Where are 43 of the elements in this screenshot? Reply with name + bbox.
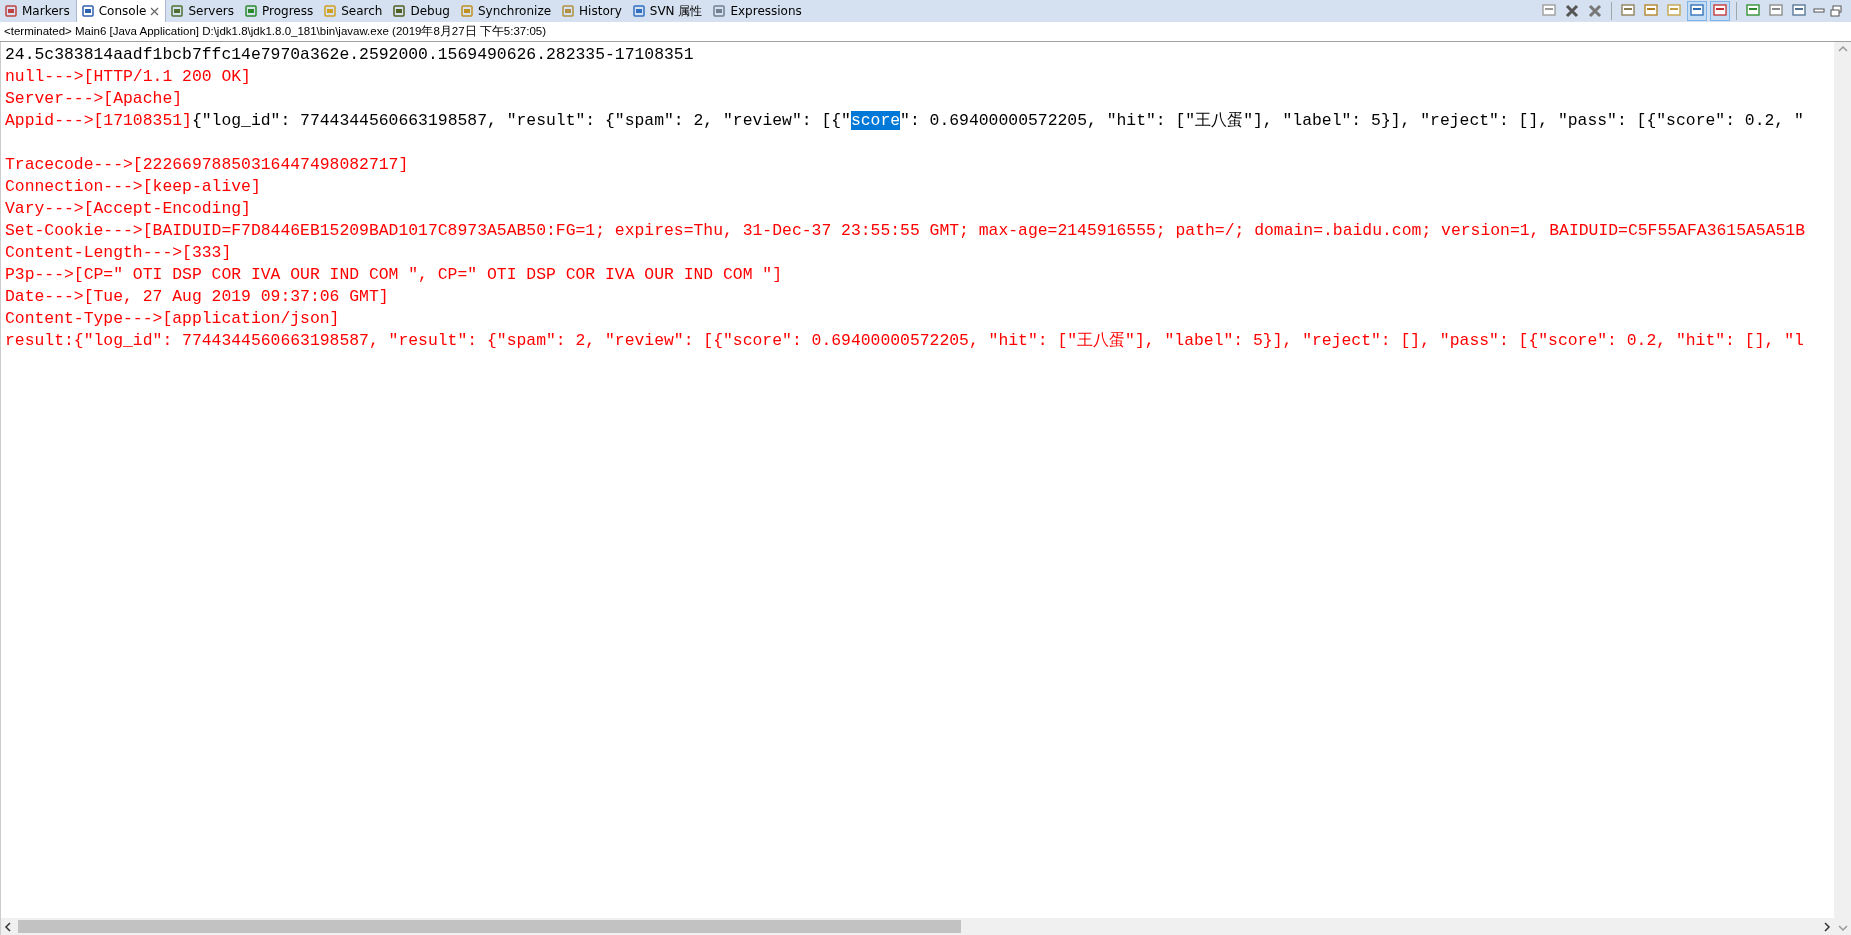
close-icon[interactable] xyxy=(150,6,160,16)
view-tab[interactable]: Markers xyxy=(0,0,76,22)
tab-label: Debug xyxy=(410,4,450,18)
remove-all-icon xyxy=(1587,3,1603,19)
remove-icon xyxy=(1564,3,1580,19)
tab-label: Servers xyxy=(188,4,234,18)
view-tab[interactable]: Debug xyxy=(388,0,456,22)
console-text: Date--->[Tue, 27 Aug 2019 09:37:06 GMT] xyxy=(5,287,389,306)
horizontal-scrollbar[interactable] xyxy=(1,918,1834,935)
view-tab[interactable]: Servers xyxy=(166,0,240,22)
tab-label: Synchronize xyxy=(477,4,552,18)
tab-label: Markers xyxy=(22,4,70,18)
tab-label: SVN 属性 xyxy=(649,2,703,20)
tab-label: Search xyxy=(341,4,383,18)
tab-label: Expressions xyxy=(730,4,802,18)
process-status: <terminated> Main6 [Java Application] D:\jdk1.8\jdk1.8.0_181\bin\javaw.exe (2019年8月27日 下午5:37:05) xyxy=(0,22,1851,42)
tab-label: Console xyxy=(98,4,147,18)
console-text: Connection--->[keep-alive] xyxy=(5,177,261,196)
tab-label: Progress xyxy=(262,4,314,18)
view-tab[interactable]: Search xyxy=(319,0,389,22)
console-text: Server--->[Apache] xyxy=(5,89,183,108)
console-text: null--->[HTTP/1.1 200 OK] xyxy=(5,67,251,86)
console-text: {"log_id": 7744344560663198587, "result": {"spam": 2, "review": [{" xyxy=(191,111,851,130)
view-tab[interactable]: Expressions xyxy=(708,0,808,22)
console-text: ": 0.69400000572205, "hit": ["王八蛋"], "label": 5}], "reject": [], "pass": [{"score": 0.2, " xyxy=(900,111,1804,130)
selected-text: score xyxy=(850,111,901,130)
console-text: Content-Type--->[application/json] xyxy=(5,309,340,328)
vertical-scrollbar[interactable] xyxy=(1834,42,1851,935)
view-tab[interactable]: Progress xyxy=(240,0,320,22)
tab-label: History xyxy=(579,4,622,18)
console-text: 24.5c383814aadf1bcb7ffc14e7970a362e.2592000.1569490626.282335-17108351 xyxy=(5,45,694,64)
view-tab[interactable]: SVN 属性 xyxy=(627,0,709,22)
console-text: P3p--->[CP=" OTI DSP COR IVA OUR IND COM ", CP=" OTI DSP COR IVA OUR IND COM "] xyxy=(5,265,783,284)
console-text: Vary--->[Accept-Encoding] xyxy=(5,199,251,218)
console-text: Set-Cookie--->[BAIDUID=F7D8446EB15209BAD1017C8973A5AB50:FG=1; expires=Thu, 31-Dec-37 23:55:55 GMT; max-age=2145916555; path=/; domain=.baidu.com; version=1, BAIDUID=C5F55AFA3615A5A51B xyxy=(5,221,1805,240)
console-text: result:{"log_id": 7744344560663198587, "result": {"spam": 2, "review": [{"score": 0.69400000572205, "hit": ["王八蛋"], "label": 5}], "reject": [], "pass": [{"score": 0.2, "hit": [], "l xyxy=(5,331,1804,350)
view-tab[interactable]: History xyxy=(557,0,628,22)
restore-icon[interactable] xyxy=(1829,4,1843,18)
console-text: Tracecode--->[22266978850316447498082717] xyxy=(5,155,409,174)
console-text: Appid--->[17108351] xyxy=(5,111,192,130)
console-text: Content-Length--->[333] xyxy=(5,243,232,262)
view-tab[interactable]: Console xyxy=(75,0,167,22)
view-tab[interactable]: Synchronize xyxy=(455,0,558,22)
